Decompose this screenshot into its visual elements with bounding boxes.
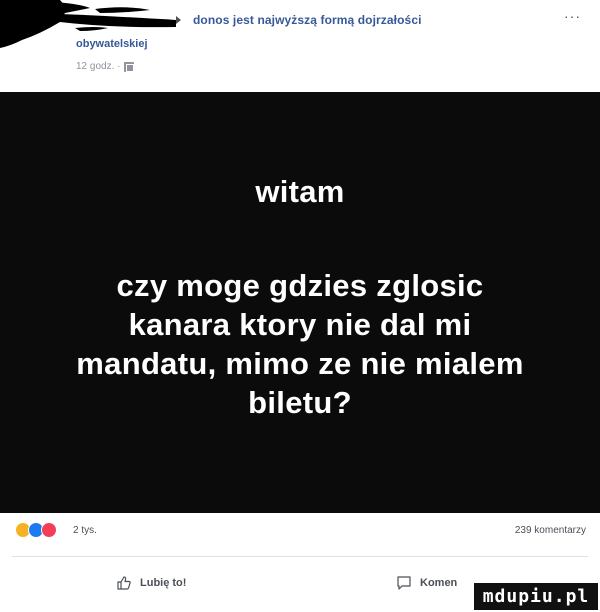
thumbs-up-icon: [117, 576, 131, 590]
image-text-line: czy moge gdzies zglosic: [116, 268, 484, 303]
reaction-count[interactable]: 2 tys.: [73, 525, 97, 536]
image-text-line: kanara ktory nie dal mi: [128, 307, 472, 342]
post-subtitle-link[interactable]: obywatelskiej: [76, 38, 148, 50]
post-meta: 12 godz. ·: [76, 61, 135, 72]
audience-icon: [124, 61, 135, 72]
comment-bubble-icon: [397, 576, 411, 590]
comment-button-label: Komen: [420, 577, 458, 589]
post-header: donos jest najwyższą formą dojrzałości o…: [0, 0, 600, 92]
post-image[interactable]: witam czy moge gdzies zglosic kanara kto…: [0, 92, 600, 513]
love-reaction-icon: [41, 522, 57, 538]
image-text-line: biletu?: [248, 385, 352, 420]
post-timestamp[interactable]: 12 godz. ·: [76, 61, 120, 72]
share-arrow-icon: [176, 16, 181, 24]
like-button[interactable]: Lubię to!: [116, 575, 186, 591]
comment-button[interactable]: Komen: [396, 575, 457, 591]
image-text-line: mandatu, mimo ze nie mialem: [76, 346, 524, 381]
like-button-label: Lubię to!: [140, 577, 187, 589]
post-title-link[interactable]: donos jest najwyższą formą dojrzałości: [193, 13, 422, 27]
comment-count-link[interactable]: 239 komentarzy: [515, 525, 586, 536]
more-options-icon[interactable]: ···: [564, 8, 581, 24]
divider: [12, 556, 588, 557]
reaction-icons[interactable]: [15, 522, 57, 538]
site-watermark: mdupiu.pl: [472, 581, 600, 612]
reactions-bar: 2 tys. 239 komentarzy: [0, 513, 600, 563]
image-greeting-text: witam: [255, 174, 345, 209]
